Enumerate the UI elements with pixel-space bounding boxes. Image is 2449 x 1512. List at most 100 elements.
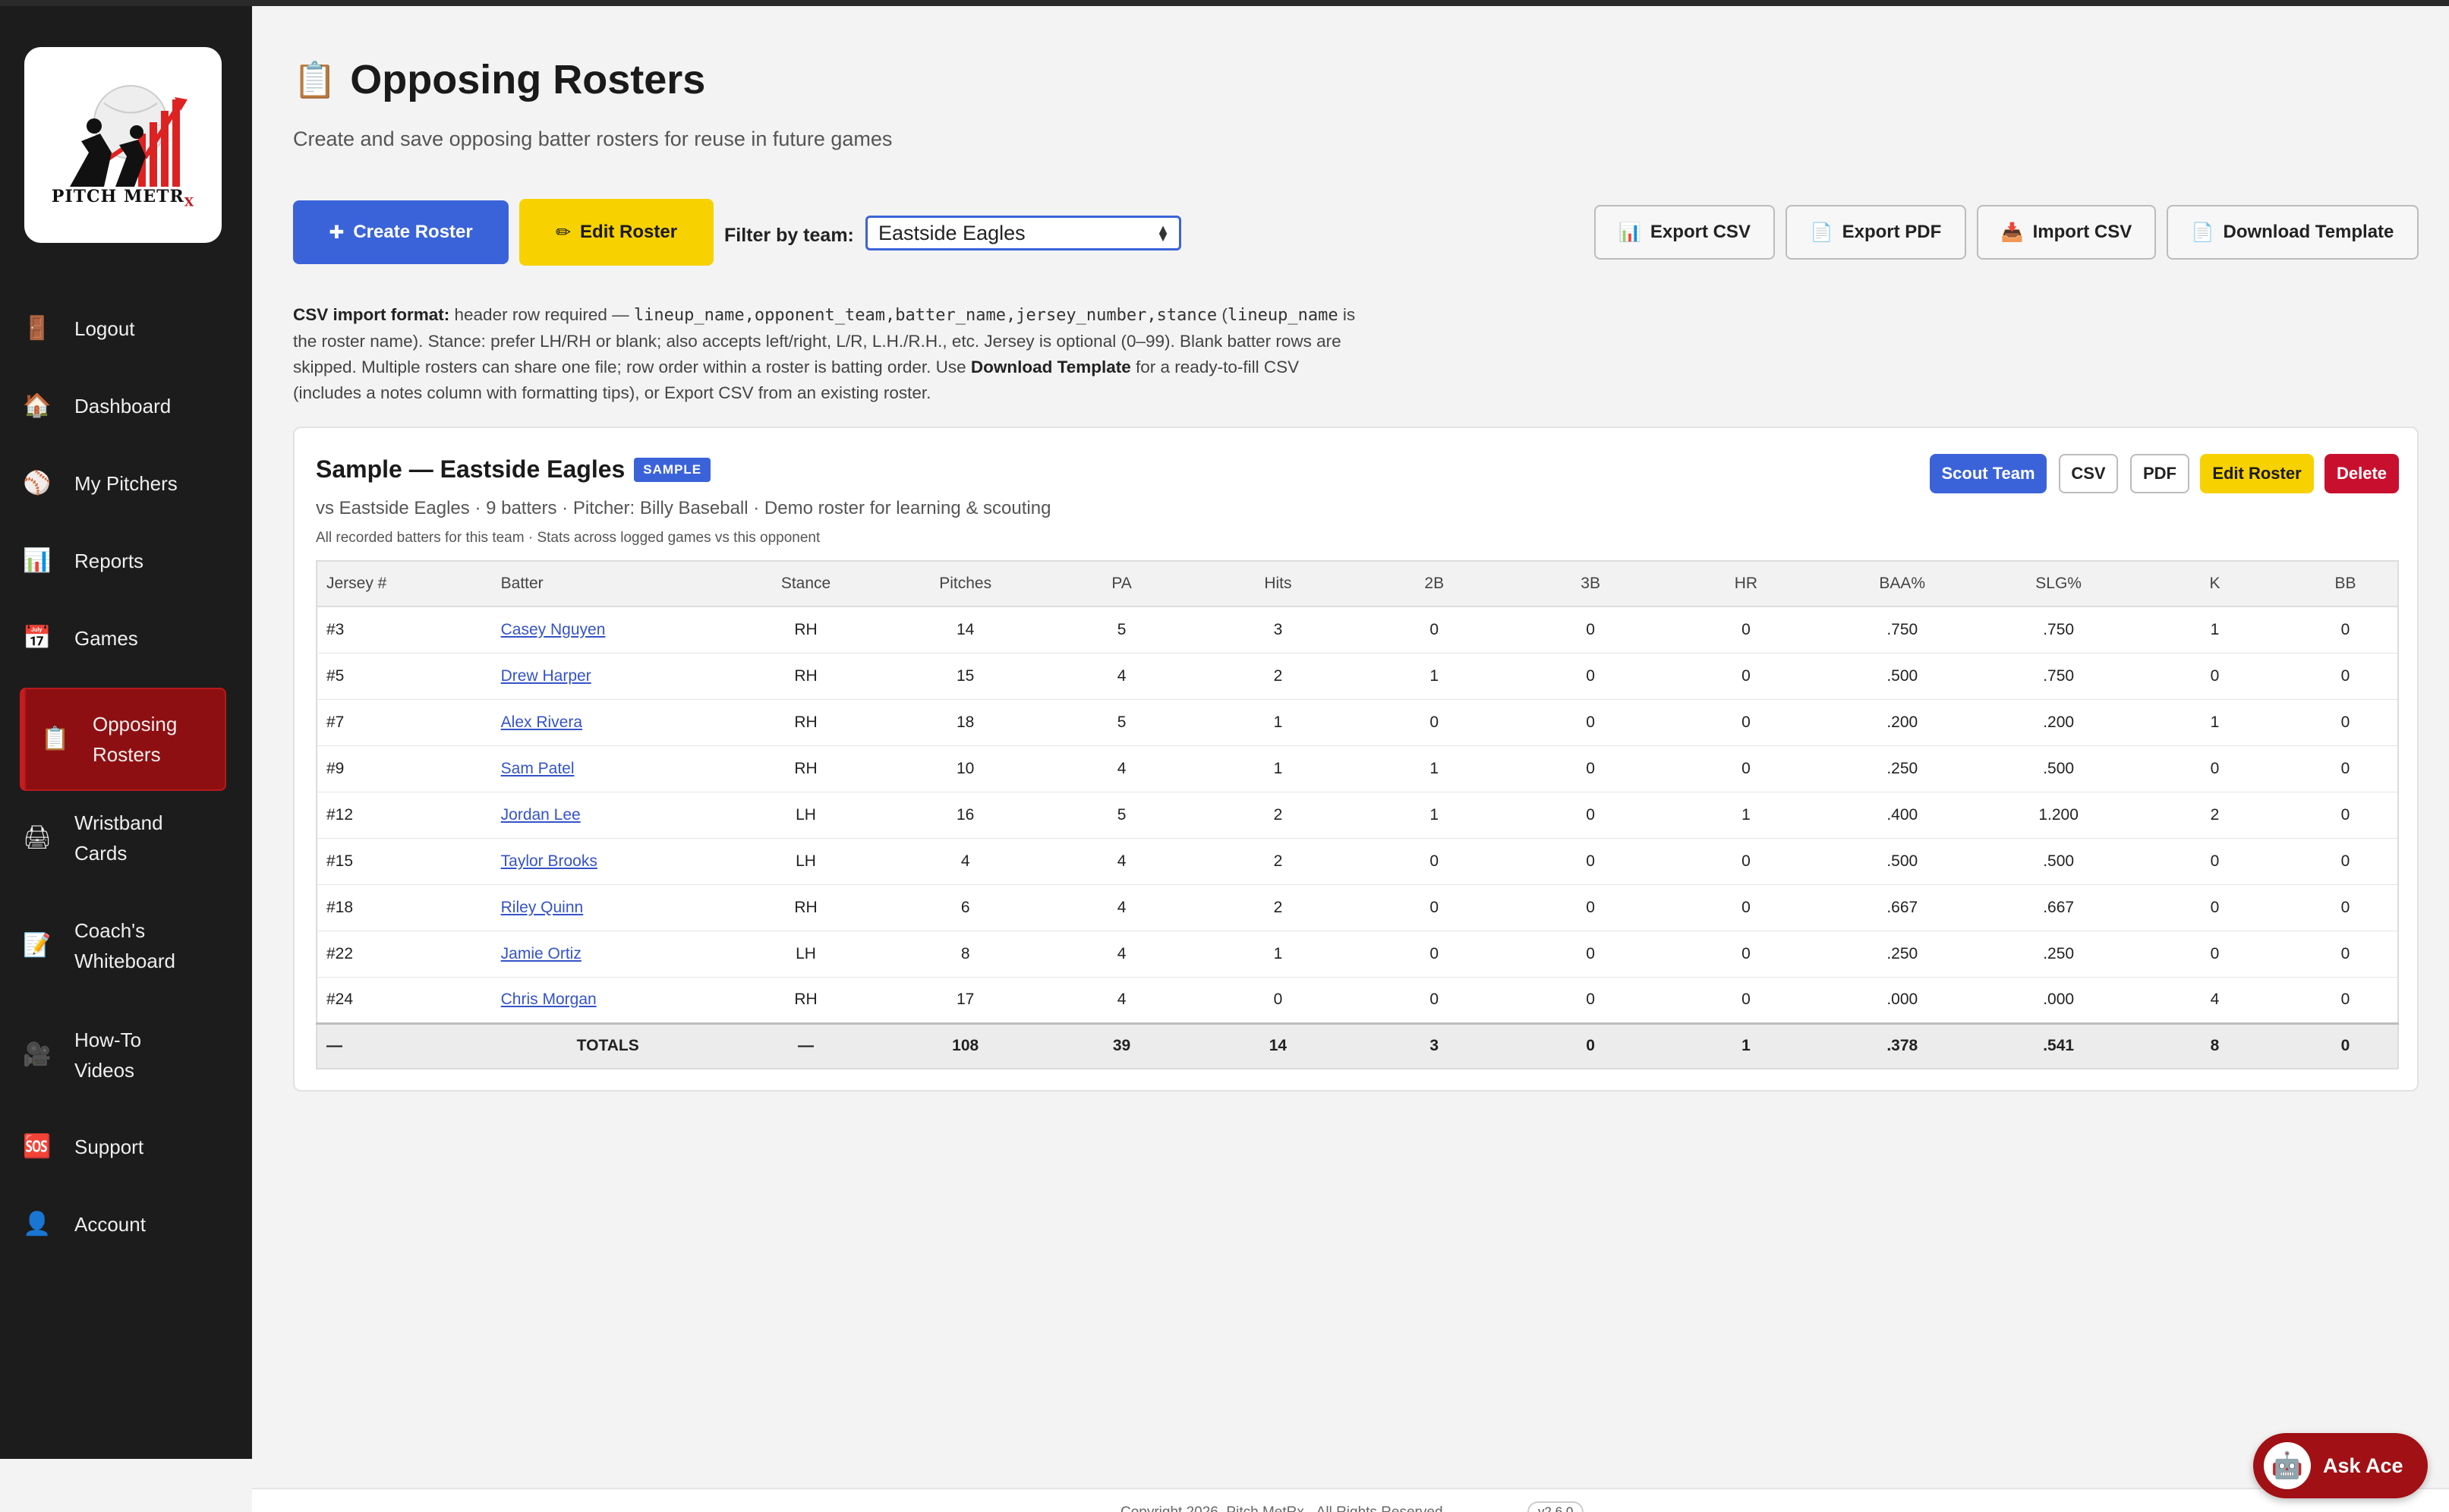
ask-ace-button[interactable]: 🤖 Ask Ace — [2253, 1433, 2428, 1498]
table-cell: 1 — [2136, 606, 2293, 654]
table-cell: 0 — [1512, 606, 1669, 654]
batter-link[interactable]: Riley Quinn — [501, 899, 584, 916]
table-cell: 0 — [1355, 838, 1513, 885]
roster-pdf-button[interactable]: PDF — [2130, 454, 2189, 493]
roster-edit-button[interactable]: Edit Roster — [2200, 454, 2314, 493]
csv-import-help: CSV import format: header row required —… — [293, 305, 1356, 402]
column-header[interactable]: Stance — [723, 561, 888, 607]
sidebar-item-support[interactable]: 🆘 Support — [21, 1131, 226, 1163]
app-logo[interactable]: PITCH METRX — [24, 47, 222, 243]
sidebar-item-reports[interactable]: 📊 Reports — [21, 545, 226, 577]
column-header[interactable]: Batter — [491, 561, 724, 607]
column-header[interactable]: 3B — [1512, 561, 1669, 607]
robot-avatar-icon: 🤖 — [2264, 1442, 2311, 1489]
batter-link[interactable]: Drew Harper — [501, 667, 591, 685]
scout-team-button[interactable]: Scout Team — [1930, 454, 2047, 493]
totals-cell: — — [723, 1022, 888, 1069]
table-cell: 4 — [887, 838, 1044, 885]
sidebar-item-label: Dashboard — [74, 395, 172, 417]
batter-link[interactable]: Jordan Lee — [501, 806, 581, 824]
batter-link[interactable]: Casey Nguyen — [501, 621, 606, 638]
sidebar-item-my-pitchers[interactable]: ⚾ My Pitchers — [21, 468, 226, 499]
batter-link[interactable]: Taylor Brooks — [501, 852, 597, 870]
table-cell: #18 — [317, 884, 492, 931]
plus-icon: ✚ — [329, 222, 345, 243]
table-row: #24 Chris Morgan RH 17 4 0 0 0 0.000.000 4 0 — [317, 977, 2398, 1024]
table-cell: 0 — [2136, 653, 2293, 700]
table-cell: 0 — [1512, 931, 1669, 978]
column-header[interactable]: BB — [2293, 561, 2398, 607]
table-cell: 1 — [1355, 653, 1513, 700]
column-header[interactable]: K — [2136, 561, 2293, 607]
batter-link[interactable]: Jamie Ortiz — [501, 945, 582, 962]
team-filter-select[interactable]: Eastside Eagles ▲ ▼ — [865, 216, 1181, 250]
sidebar-item-wristband-cards[interactable]: 🖨 Wristband Cards — [21, 808, 226, 868]
totals-cell: TOTALS — [491, 1022, 724, 1069]
export-pdf-button[interactable]: 📄 Export PDF — [1786, 205, 1966, 260]
table-cell: 0 — [1512, 653, 1669, 700]
roster-note: All recorded batters for this team · Sta… — [316, 530, 821, 546]
door-icon: 🚪 — [23, 316, 52, 341]
table-cell: RH — [723, 653, 888, 700]
table-cell: 0 — [1200, 977, 1356, 1024]
table-cell: .750 — [1823, 606, 1981, 654]
column-header[interactable]: BAA% — [1823, 561, 1981, 607]
batter-link[interactable]: Chris Morgan — [501, 991, 597, 1008]
create-roster-button[interactable]: ✚ Create Roster — [293, 200, 509, 264]
table-cell: 0 — [1512, 792, 1669, 839]
batter-cell: Drew Harper — [491, 653, 724, 700]
table-cell: LH — [723, 838, 888, 885]
roster-card: Sample — Eastside Eagles SAMPLE vs Easts… — [293, 427, 2419, 1091]
table-cell: 0 — [1668, 977, 1824, 1024]
table-row: #9 Sam Patel RH 10 4 1 1 0 0.250.500 0 0 — [317, 745, 2398, 792]
table-row: #22 Jamie Ortiz LH 8 4 1 0 0 0.250.250 0 0 — [317, 931, 2398, 978]
table-cell: 4 — [1043, 653, 1201, 700]
sidebar-item-account[interactable]: 👤 Account — [21, 1208, 226, 1240]
clipboard-icon: 📋 — [293, 59, 337, 99]
main-content: 📋 Opposing Rosters Create and save oppos… — [252, 6, 2449, 1512]
table-cell: 0 — [2293, 931, 2398, 978]
column-header[interactable]: PA — [1043, 561, 1201, 607]
table-cell: #24 — [317, 977, 492, 1024]
sidebar-item-opposing-rosters[interactable]: 📋 Opposing Rosters — [20, 688, 226, 791]
table-cell: 18 — [887, 699, 1044, 746]
sidebar-item-logout[interactable]: 🚪 Logout — [21, 313, 226, 345]
select-arrows-icon: ▲ ▼ — [1156, 222, 1170, 244]
batter-cell: Sam Patel — [491, 745, 724, 792]
sidebar-item-how-to-videos[interactable]: 🎥 How-To Videos — [21, 1025, 226, 1085]
export-csv-button[interactable]: 📊 Export CSV — [1594, 205, 1775, 260]
table-cell: 2 — [1200, 838, 1356, 885]
column-header[interactable]: Pitches — [887, 561, 1044, 607]
column-header[interactable]: HR — [1668, 561, 1824, 607]
bar-chart-icon: 📊 — [23, 548, 52, 573]
table-cell: 17 — [887, 977, 1044, 1024]
column-header[interactable]: SLG% — [1981, 561, 2137, 607]
top-border — [0, 0, 2449, 6]
batter-cell: Jamie Ortiz — [491, 931, 724, 978]
table-cell: 0 — [1668, 745, 1824, 792]
sidebar-item-label: My Pitchers — [74, 472, 178, 495]
column-header[interactable]: Jersey # — [317, 561, 492, 607]
sidebar-item-games[interactable]: 📅 Games — [21, 622, 226, 654]
download-template-button[interactable]: 📄 Download Template — [2167, 205, 2419, 260]
batter-link[interactable]: Sam Patel — [501, 760, 575, 777]
batter-cell: Riley Quinn — [491, 884, 724, 931]
sidebar-item-dashboard[interactable]: 🏠 Dashboard — [21, 390, 226, 422]
import-csv-button[interactable]: 📥 Import CSV — [1977, 205, 2156, 260]
table-cell: 2 — [2136, 792, 2293, 839]
table-cell: 0 — [2293, 653, 2398, 700]
table-cell: 0 — [2293, 977, 2398, 1024]
totals-cell: 8 — [2136, 1022, 2293, 1069]
column-header[interactable]: 2B — [1355, 561, 1513, 607]
column-header[interactable]: Hits — [1200, 561, 1356, 607]
table-cell: 0 — [2136, 931, 2293, 978]
roster-delete-button[interactable]: Delete — [2325, 454, 2399, 493]
edit-roster-button[interactable]: ✏ Edit Roster — [519, 199, 714, 266]
sidebar-item-coaches-whiteboard[interactable]: 📝 Coach's Whiteboard — [21, 915, 226, 976]
roster-csv-button[interactable]: CSV — [2059, 454, 2118, 493]
table-row: #18 Riley Quinn RH 6 4 2 0 0 0.667.667 0 0 — [317, 884, 2398, 931]
table-cell: 0 — [1512, 699, 1669, 746]
table-cell: RH — [723, 884, 888, 931]
totals-cell: 0 — [1512, 1022, 1669, 1069]
batter-link[interactable]: Alex Rivera — [501, 713, 582, 731]
